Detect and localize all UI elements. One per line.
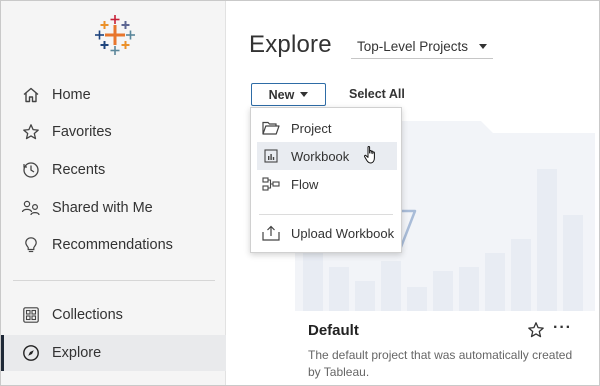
sidebar-item-collections[interactable]: Collections <box>1 297 226 333</box>
sidebar-item-label: Shared with Me <box>52 200 153 216</box>
folder-open-icon <box>262 120 280 136</box>
sidebar-item-explore[interactable]: Explore <box>1 335 226 371</box>
flow-icon <box>262 176 280 192</box>
collections-icon <box>21 305 41 325</box>
project-card-description: The default project that was automatical… <box>308 348 573 379</box>
more-actions-icon[interactable]: ··· <box>553 319 572 337</box>
sidebar-item-favorites[interactable]: Favorites <box>1 114 226 150</box>
sidebar-item-label: Recents <box>52 162 106 178</box>
sidebar: Home Favorites Recents Shared with Me Re… <box>1 1 226 385</box>
sidebar-item-label: Explore <box>52 345 102 361</box>
menu-item-label: Flow <box>291 176 319 192</box>
new-button[interactable]: New <box>251 83 326 106</box>
favorite-star-icon[interactable] <box>527 321 545 339</box>
project-filter-value: Top-Level Projects <box>357 39 469 54</box>
menu-divider <box>259 214 393 215</box>
workbook-icon <box>262 148 280 164</box>
menu-item-label: Workbook <box>291 148 350 164</box>
upload-icon <box>262 225 280 241</box>
menu-item-label: Project <box>291 120 332 136</box>
sidebar-item-recommendations[interactable]: Recommendations <box>1 227 226 263</box>
new-menu: Project Workbook Flow Upload Workbook <box>250 107 402 253</box>
select-all-button[interactable]: Select All <box>349 87 405 101</box>
sidebar-item-shared-with-me[interactable]: Shared with Me <box>1 190 226 226</box>
menu-item-flow[interactable]: Flow <box>251 170 401 198</box>
tableau-logo-icon[interactable] <box>93 13 137 57</box>
sidebar-item-label: Favorites <box>52 124 112 140</box>
compass-icon <box>21 343 41 363</box>
sidebar-item-label: Home <box>52 87 91 103</box>
sidebar-item-home[interactable]: Home <box>1 77 226 113</box>
chevron-down-icon <box>300 92 309 97</box>
menu-item-project[interactable]: Project <box>251 114 401 142</box>
project-filter-dropdown[interactable]: Top-Level Projects <box>351 35 493 59</box>
new-button-label: New <box>268 87 295 102</box>
lightbulb-icon <box>21 235 41 255</box>
sidebar-item-recents[interactable]: Recents <box>1 152 226 188</box>
shared-users-icon <box>21 198 41 218</box>
chevron-down-icon <box>479 44 487 49</box>
project-card-title[interactable]: Default <box>308 322 359 339</box>
page-title: Explore <box>249 31 332 58</box>
hand-cursor-icon <box>363 145 375 164</box>
home-icon <box>21 85 41 105</box>
sidebar-item-label: Collections <box>52 307 123 323</box>
menu-item-upload-workbook[interactable]: Upload Workbook <box>251 219 401 247</box>
menu-item-label: Upload Workbook <box>291 225 395 241</box>
sidebar-divider <box>13 280 215 281</box>
sidebar-item-label: Recommendations <box>52 237 173 253</box>
clock-icon <box>21 160 41 180</box>
star-icon <box>21 122 41 142</box>
